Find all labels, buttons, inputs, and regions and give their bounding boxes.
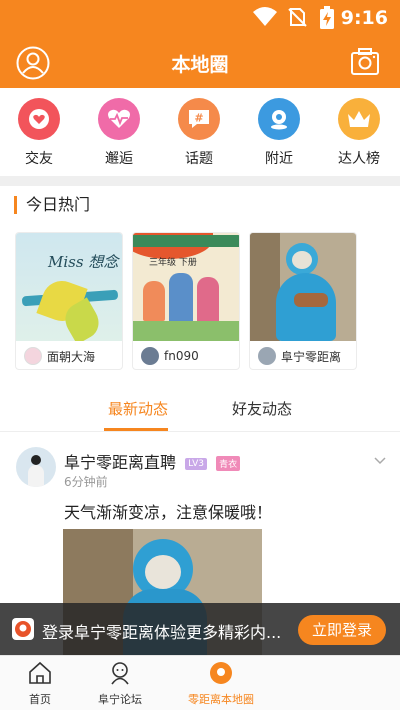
hot-card-art-text: 三年级 下册 (149, 258, 197, 268)
app-logo (12, 618, 34, 640)
post-time: 6分钟前 (64, 475, 108, 489)
post-author[interactable]: 阜宁零距离直聘 LV3 青衣 (64, 449, 241, 473)
quick-link-topics[interactable]: # 话题 (171, 98, 227, 168)
bottom-tab-local-circle[interactable]: 零距离本地圈 (176, 660, 266, 707)
hashtag-icon: # (178, 98, 220, 140)
avatar[interactable] (16, 447, 56, 487)
hot-card-footer: 阜宁零距离 (250, 341, 356, 369)
quick-link-label: 话题 (185, 151, 213, 167)
title-badge: 青衣 (216, 456, 241, 471)
quick-link-nearby[interactable]: 附近 (251, 98, 307, 168)
hot-card-art-text: Miss 想念 (48, 253, 119, 271)
hot-card-image (250, 233, 356, 341)
camera-icon[interactable] (350, 47, 380, 77)
chevron-down-icon[interactable] (374, 455, 386, 467)
hot-today-title: 今日热门 (14, 196, 90, 214)
bottom-tab-bar: 首页 阜宁论坛 零距离本地圈 (0, 655, 400, 710)
local-circle-icon (210, 662, 232, 684)
avatar (258, 347, 276, 365)
hot-card[interactable]: Miss 想念 面朝大海 (15, 232, 123, 370)
svg-text:#: # (194, 112, 203, 125)
hot-card[interactable]: 阜宁零距离 (249, 232, 357, 370)
hot-card-user: 阜宁零距离 (281, 349, 342, 364)
avatar (24, 347, 42, 365)
bottom-tab-label: 零距离本地圈 (188, 693, 254, 706)
hot-card-user: 面朝大海 (47, 349, 96, 364)
app-header: 9:16 本地圈 (0, 0, 400, 88)
heart-icon (18, 98, 60, 140)
feed-tabs: 最新动态 好友动态 (0, 386, 400, 432)
quick-link-encounter[interactable]: 邂逅 (91, 98, 147, 168)
post-author-name: 阜宁零距离直聘 (64, 453, 177, 472)
status-bar: 9:16 (0, 0, 400, 36)
forum-icon (111, 662, 129, 685)
tab-friends[interactable]: 好友动态 (232, 398, 292, 419)
bottom-tab-label: 阜宁论坛 (98, 693, 142, 706)
hot-card-image: 三年级 下册 (133, 233, 239, 341)
quick-link-label: 达人榜 (338, 151, 380, 167)
bottom-tab-home[interactable]: 首页 (20, 660, 60, 707)
heartbeat-icon (98, 98, 140, 140)
bottom-tab-forum[interactable]: 阜宁论坛 (92, 660, 148, 707)
level-badge: LV3 (185, 457, 208, 470)
status-time: 9:16 (340, 7, 388, 29)
hot-card-footer: 面朝大海 (16, 341, 122, 369)
quick-link-dating[interactable]: 交友 (11, 98, 67, 168)
tab-latest[interactable]: 最新动态 (108, 398, 168, 419)
avatar (141, 347, 159, 365)
login-banner: 登录阜宁零距离体验更多精彩内... 立即登录 (0, 603, 400, 655)
no-sim-icon (288, 8, 307, 27)
quick-link-leaderboard[interactable]: 达人榜 (331, 98, 387, 168)
hot-card-image: Miss 想念 (16, 233, 122, 341)
quick-links: 交友 邂逅 # 话题 附近 达人榜 (0, 88, 400, 176)
page-title: 本地圈 (171, 54, 229, 76)
hot-card-footer: fn090 (133, 341, 239, 369)
crown-icon (338, 98, 380, 140)
wifi-icon (253, 7, 277, 26)
location-icon (258, 98, 300, 140)
login-banner-text: 登录阜宁零距离体验更多精彩内... (42, 623, 282, 642)
quick-link-label: 邂逅 (105, 151, 133, 167)
battery-charging-icon (320, 6, 334, 29)
quick-link-label: 交友 (25, 151, 53, 167)
hot-card[interactable]: 三年级 下册 fn090 (132, 232, 240, 370)
quick-link-label: 附近 (265, 151, 293, 167)
bottom-tab-label: 首页 (29, 693, 51, 706)
section-divider (0, 176, 400, 186)
post-text: 天气渐渐变凉，注意保暖哦！ (64, 503, 273, 522)
hot-card-user: fn090 (164, 349, 199, 363)
active-tab-indicator (104, 428, 168, 431)
home-icon (29, 661, 51, 684)
login-button[interactable]: 立即登录 (298, 615, 386, 645)
